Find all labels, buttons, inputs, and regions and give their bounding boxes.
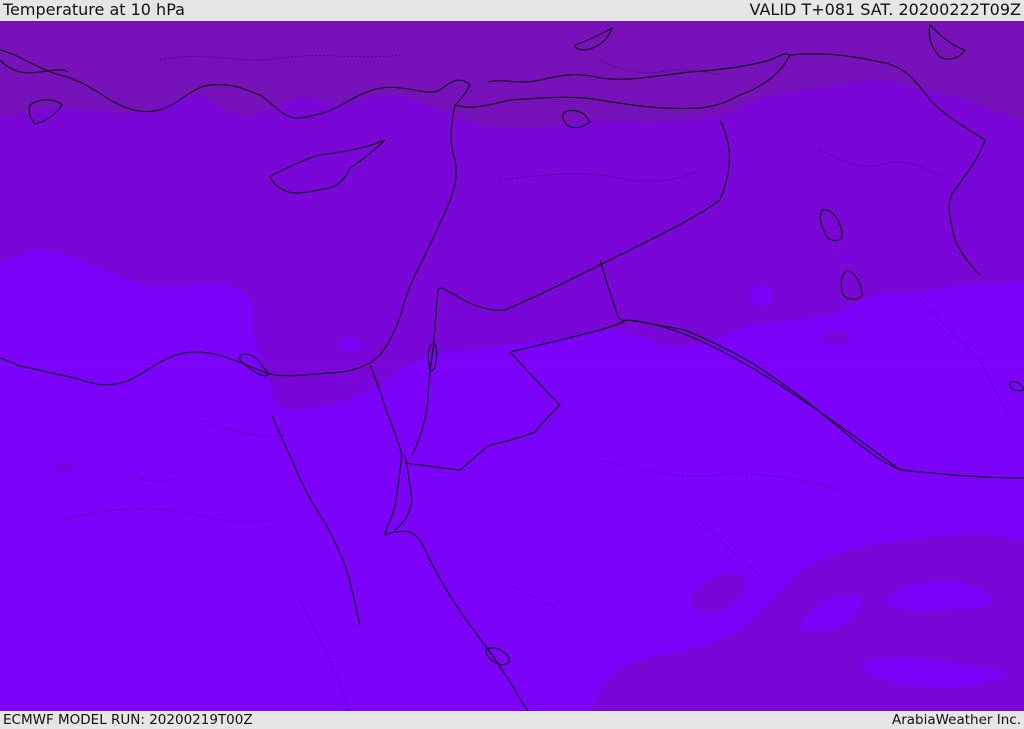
header-bar: Temperature at 10 hPa VALID T+081 SAT. 2… <box>0 0 1024 21</box>
model-run-label: ECMWF MODEL RUN: 20200219T00Z <box>3 712 253 728</box>
footer-bar: ECMWF MODEL RUN: 20200219T00Z ArabiaWeat… <box>0 711 1024 729</box>
warm-pocket <box>338 338 362 352</box>
weather-map <box>0 21 1024 711</box>
credit-label: ArabiaWeather Inc. <box>891 712 1021 728</box>
mid-pocket <box>822 332 850 344</box>
mid-pocket <box>54 464 74 472</box>
valid-time: VALID T+081 SAT. 20200222T09Z <box>749 0 1021 19</box>
warm-pocket <box>750 285 774 307</box>
map-title: Temperature at 10 hPa <box>3 0 185 19</box>
